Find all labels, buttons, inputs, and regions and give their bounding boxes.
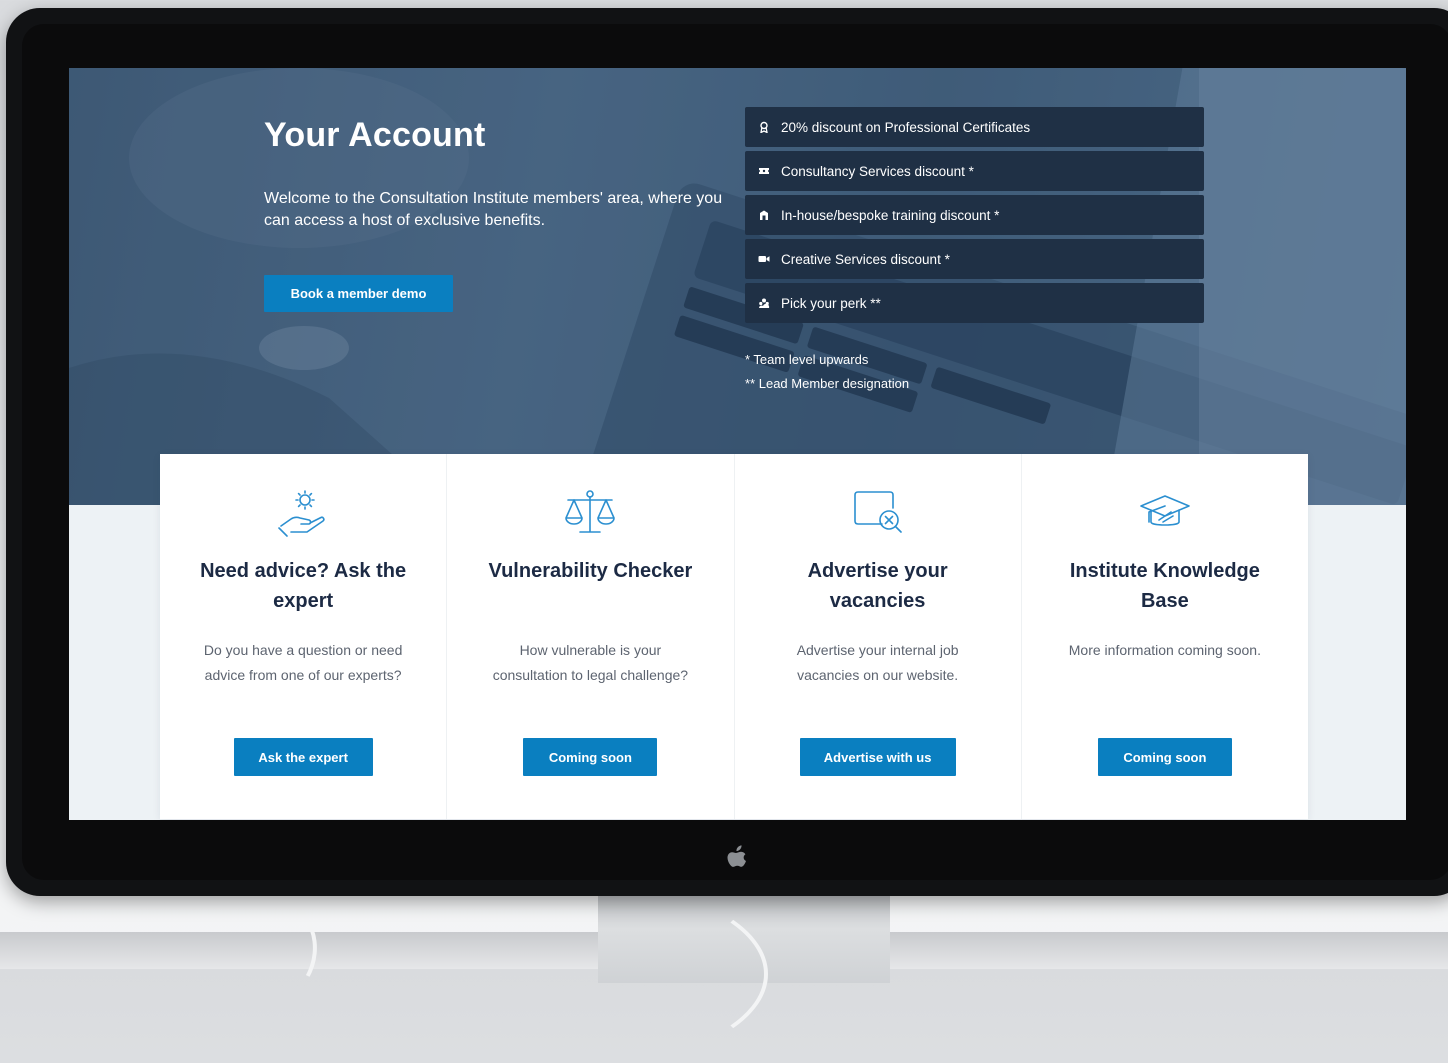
benefit-label: 20% discount on Professional Certificate…	[781, 119, 1031, 135]
benefit-item: Consultancy Services discount *	[745, 151, 1204, 191]
card-title: Vulnerability Checker	[488, 560, 693, 582]
card-description: Advertise your internal job vacancies on…	[796, 642, 959, 683]
ticket-icon	[757, 164, 771, 178]
card-knowledge-base: Institute Knowledge Base More informatio…	[1022, 454, 1308, 819]
apple-logo-icon	[727, 845, 746, 867]
building-icon	[757, 208, 771, 222]
card-description: More information coming soon.	[1068, 642, 1261, 658]
hand-gear-icon	[273, 488, 333, 540]
card-description: How vulnerable is your consultation to l…	[492, 642, 689, 683]
feature-cards: Need advice? Ask the expert Do you have …	[160, 454, 1308, 819]
welcome-text: Welcome to the Consultation Institute me…	[264, 190, 723, 229]
award-icon	[757, 120, 771, 134]
card-title: Institute Knowledge Base	[1069, 560, 1260, 612]
benefits-list: 20% discount on Professional Certificate…	[745, 107, 1204, 327]
benefit-footnotes: * Team level upwards ** Lead Member desi…	[745, 348, 909, 396]
advertise-with-us-button[interactable]: Advertise with us	[799, 738, 956, 776]
screen: Your Account Welcome to the Consultation…	[69, 68, 1406, 820]
browser-search-icon	[848, 488, 908, 540]
benefit-item: 20% discount on Professional Certificate…	[745, 107, 1204, 147]
card-ask-expert: Need advice? Ask the expert Do you have …	[160, 454, 448, 819]
footnote-team: * Team level upwards	[745, 352, 869, 367]
benefit-item: In-house/bespoke training discount *	[745, 195, 1204, 235]
page-title: Your Account	[264, 116, 486, 154]
users-icon	[757, 296, 771, 310]
card-vulnerability-checker: Vulnerability Checker How vulnerable is …	[447, 454, 735, 819]
benefit-label: Pick your perk **	[781, 295, 881, 311]
hero-section: Your Account Welcome to the Consultation…	[69, 68, 1406, 505]
card-description: Do you have a question or need advice fr…	[203, 642, 403, 683]
card-title: Advertise your vacancies	[807, 560, 948, 612]
card-title: Need advice? Ask the expert	[200, 560, 407, 612]
video-camera-icon	[757, 252, 771, 266]
ask-expert-button[interactable]: Ask the expert	[233, 738, 373, 776]
cable	[430, 885, 768, 1063]
book-demo-button[interactable]: Book a member demo	[264, 275, 453, 312]
footnote-lead: ** Lead Member designation	[745, 376, 910, 391]
vulnerability-coming-soon-button[interactable]: Coming soon	[523, 738, 658, 776]
scales-icon	[560, 488, 620, 540]
benefit-label: Consultancy Services discount *	[781, 163, 974, 179]
benefit-item: Pick your perk **	[745, 283, 1204, 323]
card-advertise-vacancies: Advertise your vacancies Advertise your …	[735, 454, 1022, 819]
graduation-cap-icon	[1135, 488, 1195, 540]
benefit-label: Creative Services discount *	[781, 251, 950, 267]
benefit-label: In-house/bespoke training discount *	[781, 207, 1000, 223]
knowledge-coming-soon-button[interactable]: Coming soon	[1097, 738, 1232, 776]
benefit-item: Creative Services discount *	[745, 239, 1204, 279]
